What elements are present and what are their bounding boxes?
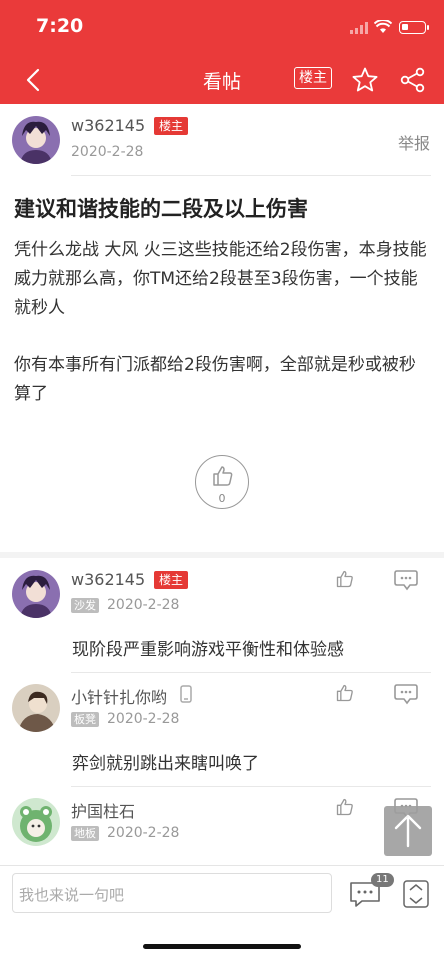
comment-text: 弈剑就别跳出来瞎叫唤了 <box>72 754 259 774</box>
reply-icon[interactable] <box>394 569 420 591</box>
thumbs-up-icon[interactable] <box>335 683 355 703</box>
phone-icon <box>180 685 192 703</box>
comment-date: 2020-2-28 <box>107 825 180 841</box>
comment-text: 现阶段严重影响游戏平衡性和体验感 <box>72 640 344 660</box>
comment-count-badge: 11 <box>371 873 394 887</box>
post-title: 建议和谐技能的二段及以上伤害 <box>14 197 308 221</box>
thumbs-up-icon[interactable] <box>335 797 355 817</box>
divider <box>71 786 431 787</box>
comment-input[interactable]: 我也来说一句吧 <box>12 873 332 913</box>
post-paragraph: 凭什么龙战 大风 火三这些技能还给2段伤害，本身技能威力就那么高，你TM还给2段… <box>14 240 427 318</box>
reply-icon[interactable] <box>394 683 420 705</box>
page-jump-icon[interactable] <box>403 880 429 908</box>
share-icon[interactable] <box>399 66 427 94</box>
floor-tag: 板凳 <box>71 712 99 727</box>
status-bar: 7:20 <box>0 0 444 56</box>
op-badge: 楼主 <box>154 117 189 135</box>
like-button[interactable]: 0 <box>195 455 249 509</box>
thumbs-up-icon[interactable] <box>335 569 355 589</box>
comment-author[interactable]: 护国柱石 <box>71 798 135 822</box>
thumbs-up-icon <box>213 466 233 486</box>
section-separator <box>0 552 444 558</box>
avatar[interactable] <box>12 116 60 164</box>
post-author[interactable]: w362145 <box>71 116 145 135</box>
avatar[interactable] <box>12 570 60 618</box>
bottom-bar: 我也来说一句吧 11 <box>0 865 444 920</box>
comment-author[interactable]: 小针针扎你哟 <box>71 684 167 708</box>
status-time: 7:20 <box>36 15 84 37</box>
arrow-up-icon <box>394 814 422 848</box>
signal-icon <box>350 22 368 34</box>
divider <box>71 672 431 673</box>
post-header: w362145 楼主 2020-2-28 举报 <box>0 104 444 176</box>
only-op-button[interactable]: 楼主 <box>294 67 332 89</box>
avatar[interactable] <box>12 684 60 732</box>
home-indicator <box>143 944 301 949</box>
like-count: 0 <box>218 492 226 505</box>
post-paragraph: 你有本事所有门派都给2段伤害啊，全部就是秒或被秒算了 <box>14 355 416 404</box>
battery-icon <box>399 21 429 34</box>
avatar[interactable] <box>12 798 60 846</box>
floor-tag: 沙发 <box>71 598 99 613</box>
report-button[interactable]: 举报 <box>398 130 430 154</box>
nav-bar: 看帖 楼主 <box>0 56 444 104</box>
floor-tag: 地板 <box>71 826 99 841</box>
op-badge: 楼主 <box>154 571 189 589</box>
wifi-icon <box>374 20 392 33</box>
comment-date: 2020-2-28 <box>107 711 180 727</box>
battery-level <box>402 24 408 30</box>
post-date: 2020-2-28 <box>71 144 144 160</box>
divider <box>71 175 431 176</box>
comment-author[interactable]: w362145 <box>71 570 145 589</box>
back-to-top-button[interactable] <box>384 806 432 856</box>
star-icon[interactable] <box>351 66 379 94</box>
comment-date: 2020-2-28 <box>107 597 180 613</box>
